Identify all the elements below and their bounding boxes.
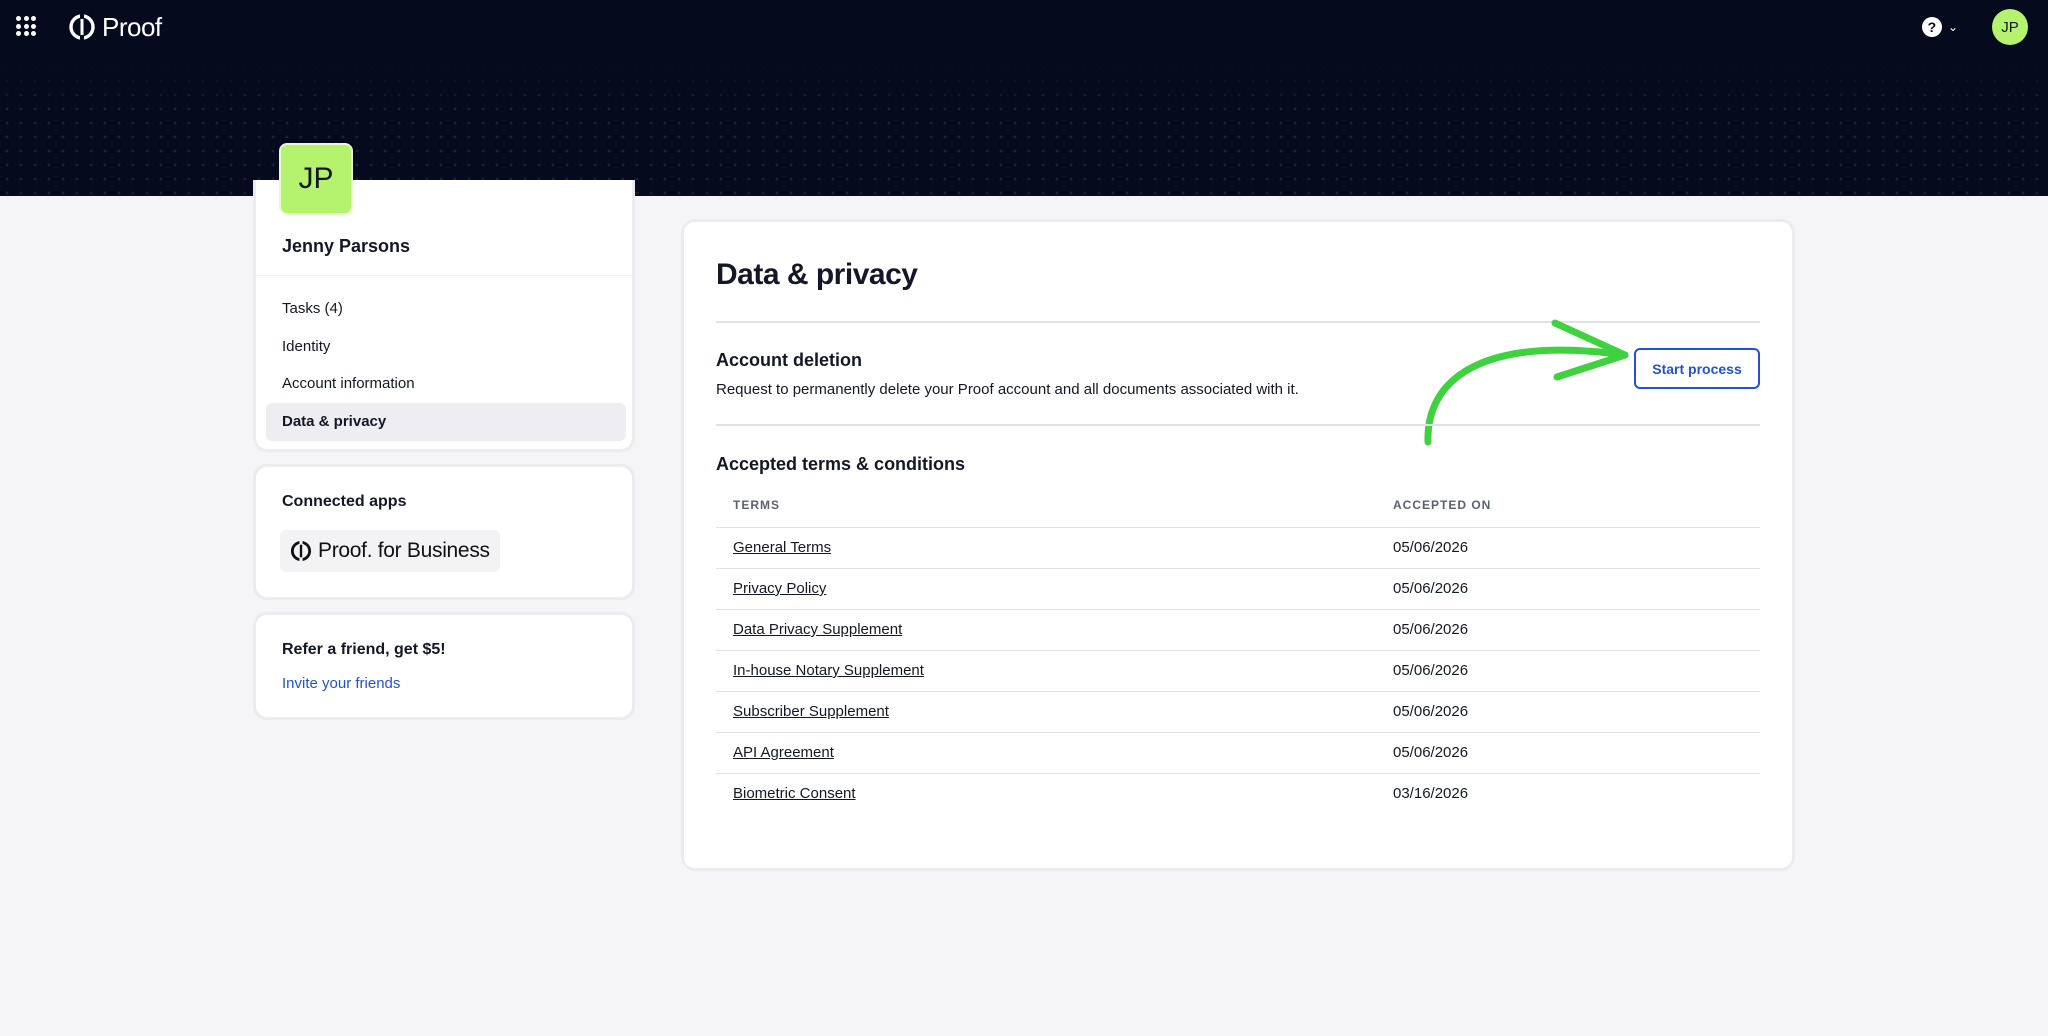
logo-text: Proof — [102, 11, 162, 42]
help-menu[interactable]: ? ⌄ — [1921, 17, 1958, 37]
profile-card: Jenny Parsons Tasks (4) Identity Account… — [253, 180, 635, 452]
accepted-date: 05/06/2026 — [1393, 703, 1469, 720]
term-link[interactable]: API Agreement — [733, 744, 834, 761]
nav-item-tasks[interactable]: Tasks (4) — [266, 290, 626, 328]
table-row: API Agreement 05/06/2026 — [716, 732, 1760, 774]
nav-item-identity[interactable]: Identity — [266, 328, 626, 366]
term-link[interactable]: General Terms — [733, 539, 831, 556]
data-privacy-card: Data & privacy Account deletion Request … — [681, 219, 1795, 871]
proof-logo-icon — [290, 540, 312, 562]
accepted-date: 05/06/2026 — [1393, 662, 1469, 679]
page-title: Data & privacy — [716, 258, 918, 291]
accepted-date: 05/06/2026 — [1393, 744, 1469, 761]
banner-fade — [0, 0, 2048, 110]
app-grid-icon[interactable] — [16, 16, 36, 36]
profile-avatar: JP — [279, 143, 353, 215]
table-row: General Terms 05/06/2026 — [716, 527, 1760, 569]
table-row: Privacy Policy 05/06/2026 — [716, 568, 1760, 610]
user-avatar[interactable]: JP — [1992, 9, 2028, 45]
account-deletion-title: Account deletion — [716, 350, 863, 370]
annotation-arrow-icon — [1424, 319, 1629, 446]
business-app-label: Proof. for Business — [318, 539, 490, 562]
divider — [716, 321, 1760, 323]
accepted-terms-title: Accepted terms & conditions — [716, 454, 966, 474]
start-process-button[interactable]: Start process — [1634, 348, 1760, 389]
term-link[interactable]: Privacy Policy — [733, 580, 826, 597]
profile-name: Jenny Parsons — [282, 236, 411, 256]
table-row: Subscriber Supplement 05/06/2026 — [716, 691, 1760, 733]
connected-apps-card: Connected apps Proof. for Business — [253, 464, 635, 600]
column-header-accepted-on: ACCEPTED ON — [1393, 498, 1492, 512]
term-link[interactable]: Biometric Consent — [733, 785, 856, 802]
invite-friends-link[interactable]: Invite your friends — [282, 675, 400, 692]
table-row: Biometric Consent 03/16/2026 — [716, 773, 1760, 815]
accepted-date: 05/06/2026 — [1393, 580, 1469, 597]
chevron-down-icon: ⌄ — [1947, 20, 1958, 34]
proof-for-business-app[interactable]: Proof. for Business — [280, 530, 500, 572]
nav-item-account-information[interactable]: Account information — [266, 365, 626, 403]
table-row: In-house Notary Supplement 05/06/2026 — [716, 650, 1760, 692]
accepted-date: 03/16/2026 — [1393, 785, 1469, 802]
account-deletion-description: Request to permanently delete your Proof… — [716, 381, 1299, 398]
term-link[interactable]: In-house Notary Supplement — [733, 662, 924, 679]
referral-title: Refer a friend, get $5! — [282, 641, 446, 658]
accepted-date: 05/06/2026 — [1393, 539, 1469, 556]
connected-apps-title: Connected apps — [282, 493, 407, 510]
referral-card: Refer a friend, get $5! Invite your frie… — [253, 612, 635, 720]
divider — [716, 424, 1760, 426]
help-icon: ? — [1921, 17, 1942, 37]
accepted-date: 05/06/2026 — [1393, 621, 1469, 638]
column-header-terms: TERMS — [733, 498, 780, 512]
term-link[interactable]: Subscriber Supplement — [733, 703, 889, 720]
proof-logo[interactable]: Proof — [68, 10, 162, 44]
term-link[interactable]: Data Privacy Supplement — [733, 621, 902, 638]
divider — [256, 275, 632, 276]
proof-logo-icon — [69, 14, 95, 40]
table-row: Data Privacy Supplement 05/06/2026 — [716, 609, 1760, 651]
nav-item-data-privacy[interactable]: Data & privacy — [266, 403, 626, 441]
